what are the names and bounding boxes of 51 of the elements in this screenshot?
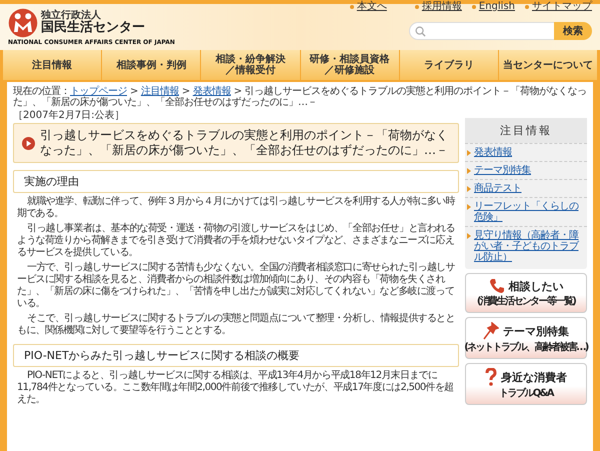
- chevron-icon: [467, 168, 471, 174]
- search-icon: [415, 26, 426, 36]
- chevron-icon: [467, 150, 471, 156]
- body-paragraph: 引っ越し事業者は、基本的な荷受・運送・荷物の引渡しサービスをはじめ、「全部お任せ」と言われるような荷造りから荷解きまでを引き受けて消費者の手を煩わせないタイプなど、さまざまなニーズに応えるサービスを提供している。: [16, 223, 456, 259]
- search-field[interactable]: [409, 22, 554, 40]
- body-paragraph: 就職や進学、転勤に伴って、例年３月から４月にかけては引っ越しサービスを利用する人が特に多い時期である。: [16, 196, 456, 220]
- nav-tab[interactable]: 当センターについて: [498, 50, 598, 80]
- sidebar-link[interactable]: テーマ別特集: [474, 165, 531, 176]
- nav-tab[interactable]: 相談・紛争解決 ／情報受付: [201, 50, 300, 80]
- top-link[interactable]: サイトマップ: [532, 1, 592, 12]
- top-link[interactable]: English: [478, 1, 515, 12]
- breadcrumb-link[interactable]: 発表情報: [192, 86, 231, 97]
- bullet-icon: [525, 4, 529, 8]
- feature-button[interactable]: テーマ別特集 (ネットトラブル、高齢者被害…): [465, 317, 587, 359]
- nav-tab[interactable]: 研修・相談員資格 ／研修施設: [300, 50, 399, 80]
- page-title: 引っ越しサービスをめぐるトラブルの実態と利用のポイント－「荷物がなくなった」、「新居の床が傷ついた」、「全部お任せのはずだったのに」…－: [40, 128, 449, 158]
- sidebar-link[interactable]: 商品テスト: [474, 183, 522, 194]
- body-paragraph: 一方で、引っ越しサービスに関する苦情も少なくない。全国の消費者相談窓口に寄せられた引っ越しサービスに関する相談を見ると、消費者からの相談件数は増加傾向にあり、その内容も「荷物を失くされた」、「新居の床に傷をつけられた」、「苦情を申し出たが誠実に対応してくれない」など多岐に渡っている。: [16, 262, 456, 310]
- nav-tab[interactable]: 相談事例・判例: [102, 50, 200, 80]
- sidebar-heading: 注目情報: [465, 118, 587, 143]
- chevron-icon: [467, 233, 471, 239]
- chevron-icon: [467, 186, 471, 192]
- play-icon: [22, 136, 35, 150]
- chevron-icon: [467, 204, 471, 210]
- org-type-label: 独立行政法人: [41, 10, 102, 22]
- breadcrumb-link[interactable]: トップページ: [70, 86, 127, 97]
- nav-tab[interactable]: ライブラリ: [400, 50, 498, 80]
- top-link[interactable]: 採用情報: [422, 1, 462, 12]
- org-name: 国民生活センター: [41, 21, 145, 36]
- question-mark-icon: [485, 368, 497, 386]
- phone-icon: [488, 278, 504, 294]
- pushpin-icon: [483, 322, 499, 340]
- feature-button[interactable]: 相談したい (消費生活センター等一覧): [465, 273, 587, 313]
- bullet-icon: [414, 4, 419, 8]
- sidebar-link[interactable]: 発表情報: [474, 147, 512, 158]
- nav-tab[interactable]: 注目情報: [3, 50, 102, 80]
- section-heading: PIO-NETからみた引っ越しサービスに関する相談の概要: [13, 344, 459, 367]
- breadcrumb-link[interactable]: 注目情報: [140, 86, 179, 97]
- bullet-icon: [472, 4, 476, 8]
- body-paragraph: PIO-NETによると、引っ越しサービスに関する相談は、平成13年4月から平成18年12月末日までに11,784件となっている。ここ数年間は年間2,000件前後で推移していたが、平成17年度には2,500件を超えた。: [16, 370, 454, 406]
- breadcrumb: 現在の位置：トップページ > 注目情報 > 発表情報 > 引っ越しサービスをめぐるトラブルの実態と利用のポイント－「荷物がなくなった」、「新居の床が傷ついた」、「全部お任せのはずだったのに」…－: [13, 86, 587, 108]
- feature-button[interactable]: 身近な消費者 トラブルQ&A: [465, 363, 587, 405]
- top-link[interactable]: 本文へ: [356, 1, 387, 12]
- search-button[interactable]: 検索: [554, 22, 592, 40]
- sidebar-link[interactable]: 見守り情報（高齢者・障がい者・子どものトラブル防止）: [474, 230, 585, 263]
- logo-icon: [8, 8, 38, 38]
- section-heading: 実施の理由: [13, 170, 459, 193]
- body-paragraph: そこで、引っ越しサービスに関するトラブルの実態と問題点について整理・分析し、情報提供するとともに、関係機関に対して要望等を行うこととする。: [16, 313, 456, 337]
- publish-date: ［2007年2月7日:公表］: [13, 110, 126, 121]
- bullet-icon: [350, 4, 354, 8]
- sidebar-link[interactable]: リーフレット「くらしの危険」: [474, 201, 585, 223]
